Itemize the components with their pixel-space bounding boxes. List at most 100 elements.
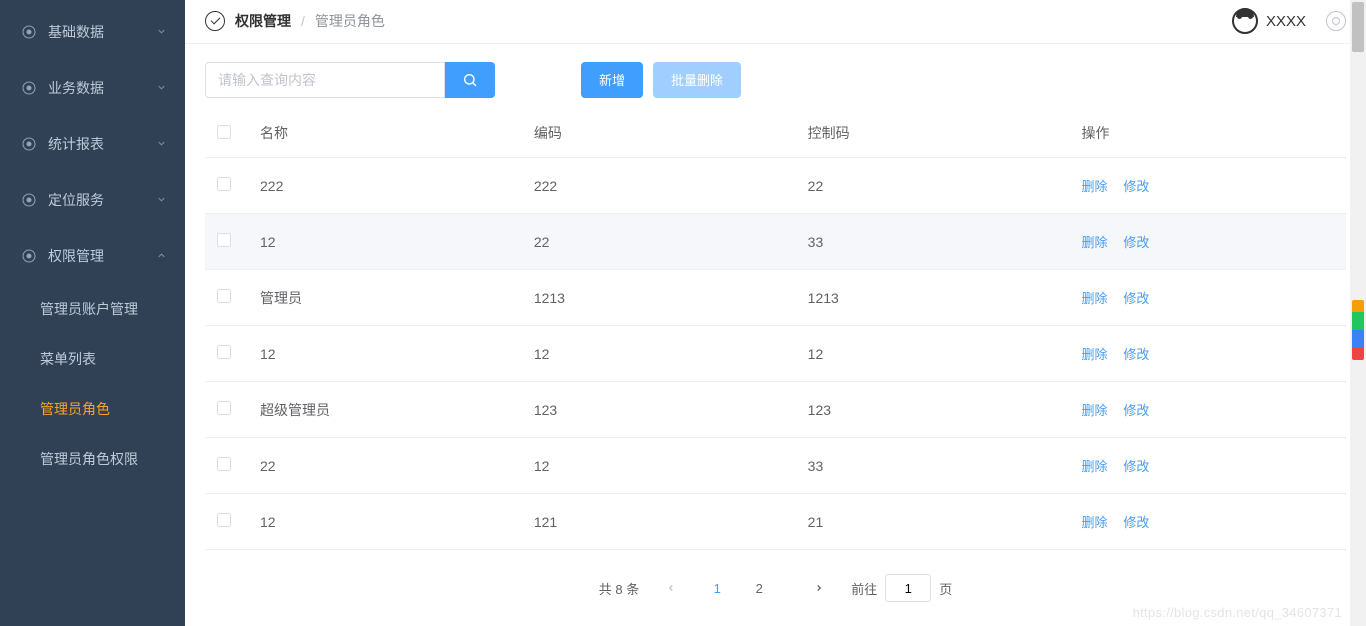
edit-link[interactable]: 修改 — [1123, 291, 1149, 306]
pagination-total: 共 8 条 — [599, 579, 639, 598]
sidebar-item-label: 定位服务 — [48, 190, 104, 210]
table-row[interactable]: 12 121 21 删除 修改 — [205, 494, 1346, 550]
watermark-text: https://blog.csdn.net/qq_34607371 — [1133, 605, 1342, 620]
row-checkbox[interactable] — [217, 401, 231, 415]
cell-code: 22 — [534, 214, 808, 270]
cell-name: 12 — [260, 214, 534, 270]
table-row[interactable]: 12 12 12 删除 修改 — [205, 326, 1346, 382]
select-all-checkbox[interactable] — [217, 125, 231, 139]
chevron-down-icon — [156, 80, 167, 96]
sidebar-item-4[interactable]: 权限管理 — [0, 228, 185, 284]
location-icon — [20, 79, 38, 97]
edit-link[interactable]: 修改 — [1123, 459, 1149, 474]
page-number-1[interactable]: 1 — [703, 574, 731, 602]
delete-link[interactable]: 删除 — [1081, 515, 1107, 530]
toolbar: 新增 批量删除 — [185, 44, 1366, 110]
submenu-item-1[interactable]: 菜单列表 — [0, 334, 185, 384]
submenu-item-2[interactable]: 管理员角色 — [0, 384, 185, 434]
cell-code: 121 — [534, 494, 808, 550]
cell-ctrl: 123 — [808, 382, 1082, 438]
cell-name: 超级管理员 — [260, 382, 534, 438]
cell-ctrl: 33 — [808, 214, 1082, 270]
delete-link[interactable]: 删除 — [1081, 235, 1107, 250]
edit-link[interactable]: 修改 — [1123, 403, 1149, 418]
cell-code: 12 — [534, 438, 808, 494]
sidebar-item-label: 基础数据 — [48, 22, 104, 42]
table-container: 名称 编码 控制码 操作 222 222 22 删除 修改 12 22 33 删… — [185, 110, 1366, 551]
avatar-icon — [1232, 8, 1258, 34]
scrollbar-marks — [1352, 300, 1364, 360]
sidebar-item-label: 统计报表 — [48, 134, 104, 154]
jump-prefix: 前往 — [851, 579, 877, 598]
edit-link[interactable]: 修改 — [1123, 235, 1149, 250]
chevron-down-icon — [156, 136, 167, 152]
row-checkbox[interactable] — [217, 233, 231, 247]
batch-delete-button[interactable]: 批量删除 — [653, 62, 741, 98]
col-header-ops: 操作 — [1081, 110, 1346, 158]
delete-link[interactable]: 删除 — [1081, 291, 1107, 306]
sidebar: 基础数据业务数据统计报表定位服务权限管理管理员账户管理菜单列表管理员角色管理员角… — [0, 0, 185, 626]
sidebar-item-label: 业务数据 — [48, 78, 104, 98]
main-content: 权限管理 / 管理员角色 XXXX 新增 批量删除 — [185, 0, 1366, 626]
sidebar-item-0[interactable]: 基础数据 — [0, 4, 185, 60]
cell-code: 222 — [534, 158, 808, 214]
col-header-ctrl: 控制码 — [808, 110, 1082, 158]
cell-name: 12 — [260, 494, 534, 550]
table-row[interactable]: 管理员 1213 1213 删除 修改 — [205, 270, 1346, 326]
sidebar-item-1[interactable]: 业务数据 — [0, 60, 185, 116]
cell-code: 123 — [534, 382, 808, 438]
row-checkbox[interactable] — [217, 513, 231, 527]
row-checkbox[interactable] — [217, 457, 231, 471]
cell-code: 12 — [534, 326, 808, 382]
chevron-right-icon — [814, 583, 824, 593]
row-checkbox[interactable] — [217, 289, 231, 303]
table-row[interactable]: 超级管理员 123 123 删除 修改 — [205, 382, 1346, 438]
add-button[interactable]: 新增 — [581, 62, 643, 98]
breadcrumb-separator: / — [301, 13, 305, 29]
table-row[interactable]: 22 12 33 删除 修改 — [205, 438, 1346, 494]
pagination-next[interactable] — [805, 574, 833, 602]
cell-ctrl: 22 — [808, 158, 1082, 214]
chevron-down-icon — [156, 24, 167, 40]
delete-link[interactable]: 删除 — [1081, 347, 1107, 362]
button-group: 新增 批量删除 — [581, 62, 741, 98]
location-icon — [20, 191, 38, 209]
table-row[interactable]: 12 22 33 删除 修改 — [205, 214, 1346, 270]
cell-ctrl: 33 — [808, 438, 1082, 494]
edit-link[interactable]: 修改 — [1123, 515, 1149, 530]
delete-link[interactable]: 删除 — [1081, 179, 1107, 194]
chevron-up-icon — [156, 248, 167, 264]
page-number-2[interactable]: 2 — [745, 574, 773, 602]
search-button[interactable] — [445, 62, 495, 98]
sidebar-item-label: 权限管理 — [48, 246, 104, 266]
submenu-item-3[interactable]: 管理员角色权限 — [0, 434, 185, 484]
submenu-item-0[interactable]: 管理员账户管理 — [0, 284, 185, 334]
username-label: XXXX — [1266, 13, 1306, 30]
location-icon — [20, 135, 38, 153]
location-icon — [20, 23, 38, 41]
user-area[interactable]: XXXX — [1232, 8, 1346, 34]
cell-name: 12 — [260, 326, 534, 382]
chevron-left-icon — [666, 583, 676, 593]
gear-icon[interactable] — [1326, 11, 1346, 31]
cell-name: 222 — [260, 158, 534, 214]
row-checkbox[interactable] — [217, 345, 231, 359]
jump-suffix: 页 — [939, 579, 952, 598]
scrollbar-thumb[interactable] — [1352, 2, 1364, 52]
pagination-prev[interactable] — [657, 574, 685, 602]
edit-link[interactable]: 修改 — [1123, 179, 1149, 194]
row-checkbox[interactable] — [217, 177, 231, 191]
search-input[interactable] — [205, 62, 445, 98]
edit-link[interactable]: 修改 — [1123, 347, 1149, 362]
col-header-code: 编码 — [534, 110, 808, 158]
pagination-jump-input[interactable] — [885, 574, 931, 602]
delete-link[interactable]: 删除 — [1081, 403, 1107, 418]
search-group — [205, 62, 495, 98]
cell-ctrl: 12 — [808, 326, 1082, 382]
delete-link[interactable]: 删除 — [1081, 459, 1107, 474]
breadcrumb: 权限管理 / 管理员角色 — [205, 11, 1232, 31]
table-row[interactable]: 222 222 22 删除 修改 — [205, 158, 1346, 214]
scrollbar-track[interactable] — [1350, 0, 1366, 626]
sidebar-item-2[interactable]: 统计报表 — [0, 116, 185, 172]
sidebar-item-3[interactable]: 定位服务 — [0, 172, 185, 228]
